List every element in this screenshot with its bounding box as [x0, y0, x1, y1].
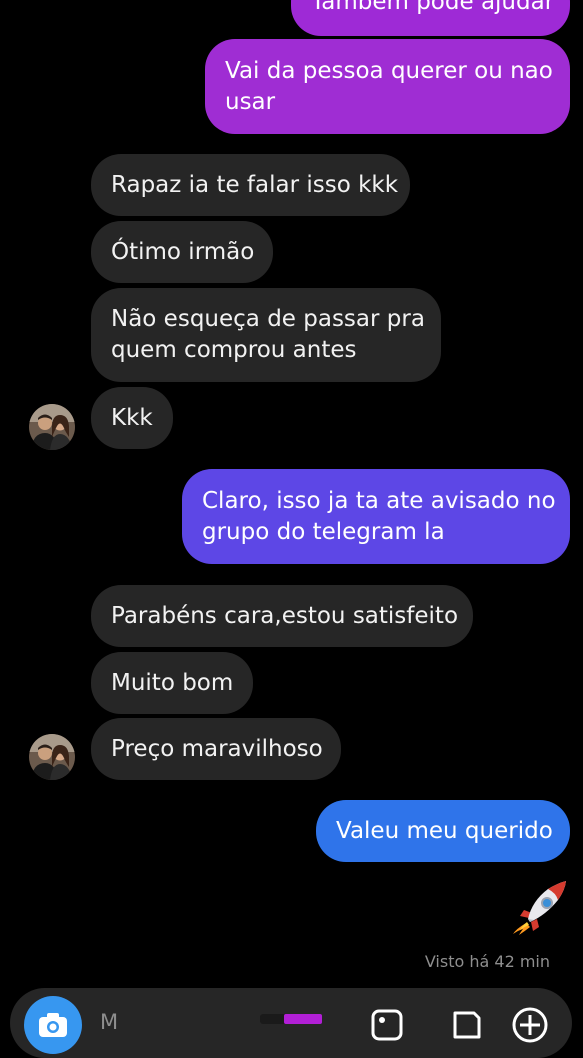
message-bubble-incoming[interactable]: Não esqueça de passar pra quem comprou a… [91, 288, 441, 382]
message-bubble-outgoing[interactable]: Valeu meu querido [316, 800, 570, 862]
message-bubble-outgoing[interactable]: Também pode ajudar [291, 0, 570, 36]
message-bubble-incoming[interactable]: Rapaz ia te falar isso kkk [91, 154, 410, 216]
message-text-line: grupo do telegram la [202, 518, 445, 545]
message-text: Muito bom [111, 669, 234, 696]
message-bubble-incoming[interactable]: Preço maravilhoso [91, 718, 341, 780]
rocket-icon [513, 881, 566, 935]
message-emoji-rocket[interactable] [510, 879, 570, 935]
message-text: Ótimo irmão [111, 238, 255, 265]
sticker-button[interactable] [450, 1008, 484, 1042]
message-text-line: Não esqueça de passar pra [111, 306, 425, 332]
avatar[interactable] [29, 734, 75, 780]
camera-icon [39, 1013, 67, 1037]
message-text: Parabéns cara,estou satisfeito [111, 602, 459, 629]
avatar[interactable] [29, 404, 75, 450]
message-bubble-outgoing[interactable]: Vai da pessoa querer ou nao usar [205, 39, 570, 134]
message-text-line: usar [225, 88, 276, 115]
message-composer[interactable]: M [10, 988, 572, 1058]
plus-circle-icon [512, 1007, 548, 1043]
message-bubble-incoming[interactable]: Ótimo irmão [91, 221, 273, 283]
seen-status: Visto há 42 min [424, 952, 550, 971]
message-text: Também pode ajudar [311, 0, 555, 15]
gallery-icon [371, 1009, 403, 1041]
message-text-line: Vai da pessoa querer ou nao [225, 57, 553, 84]
sticker-preview[interactable] [260, 1014, 322, 1024]
message-text: Kkk [111, 404, 153, 431]
gallery-button[interactable] [370, 1008, 404, 1042]
message-text: Preço maravilhoso [111, 735, 323, 762]
message-text: Rapaz ia te falar isso kkk [111, 171, 399, 198]
sticker-preview-accent [284, 1014, 322, 1024]
message-text: Valeu meu querido [336, 817, 553, 844]
sticker-icon [453, 1011, 481, 1039]
camera-button[interactable] [24, 996, 82, 1054]
avatar-icon [29, 734, 75, 780]
message-bubble-outgoing[interactable]: Claro, isso ja ta ate avisado no grupo d… [182, 469, 570, 564]
message-text-line: Claro, isso ja ta ate avisado no [202, 487, 556, 514]
avatar-icon [29, 404, 75, 450]
message-bubble-incoming[interactable]: Parabéns cara,estou satisfeito [91, 585, 473, 647]
add-button[interactable] [510, 1005, 550, 1045]
message-input[interactable]: M [100, 1010, 118, 1034]
message-bubble-incoming[interactable]: Kkk [91, 387, 173, 449]
message-text-line: quem comprou antes [111, 337, 357, 363]
message-bubble-incoming[interactable]: Muito bom [91, 652, 253, 714]
